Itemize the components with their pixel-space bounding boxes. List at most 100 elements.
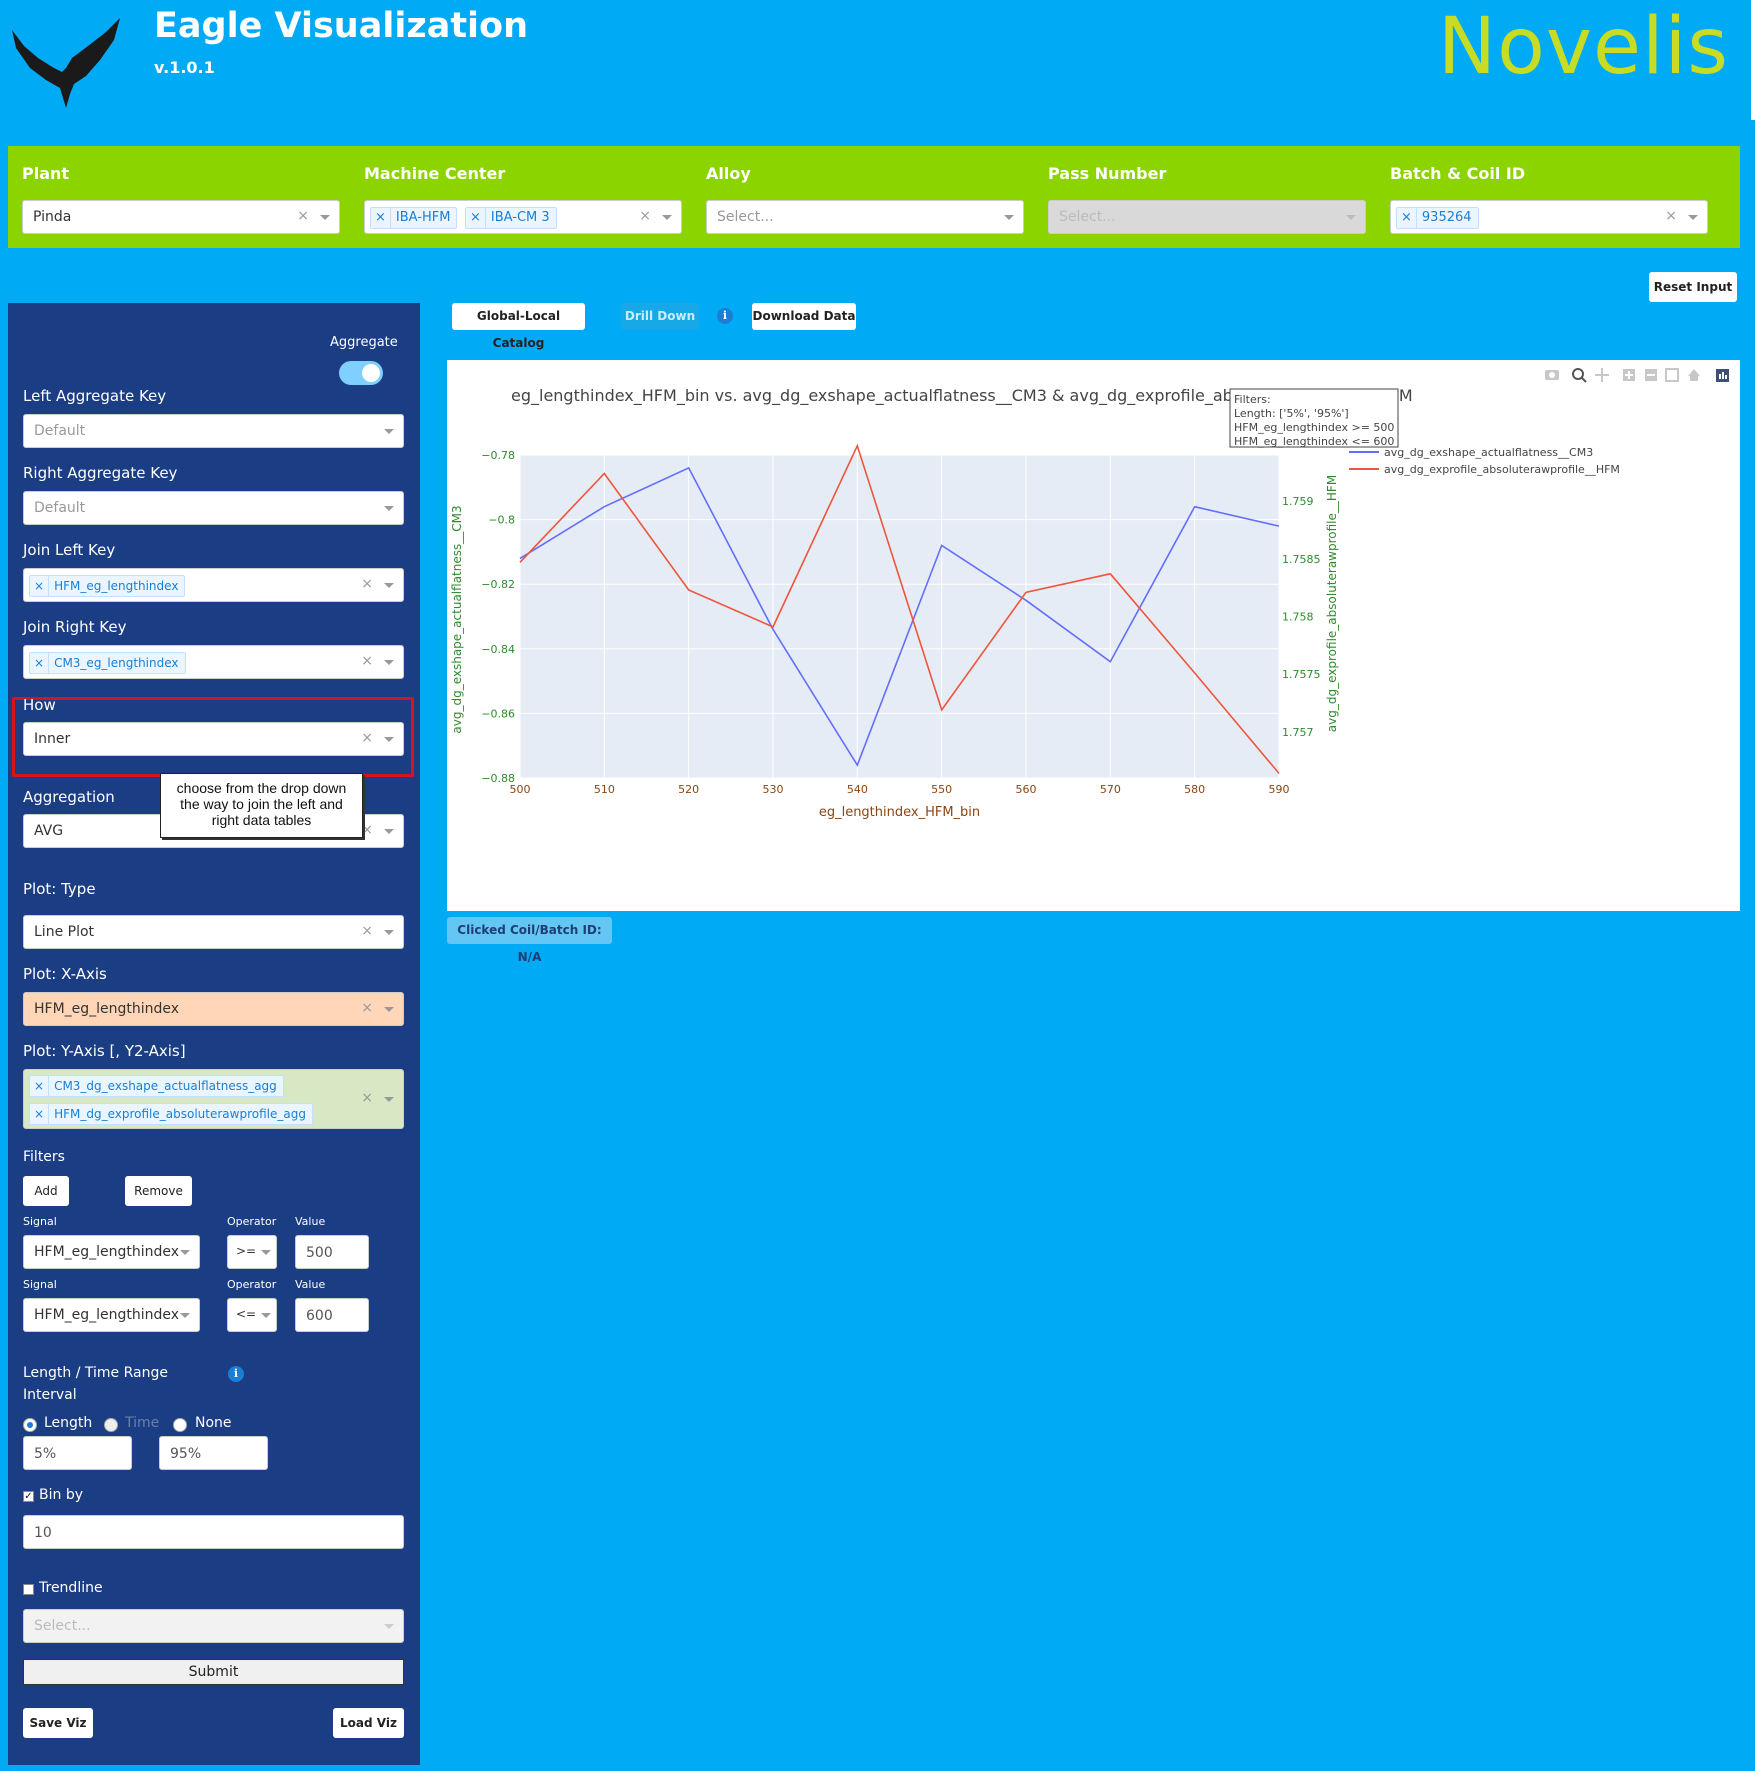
y-axis-select[interactable]: × CM3_dg_exshape_actualflatness_agg × HFM_… [23,1069,404,1129]
right-aggregate-key-select[interactable]: Default [23,491,404,525]
machine-center-tag[interactable]: × IBA-CM 3 [465,207,557,229]
line-chart[interactable]: eg_lengthindex_HFM_bin vs. avg_dg_exshap… [447,360,1740,911]
chevron-down-icon[interactable] [180,1313,190,1318]
tag-remove-icon[interactable]: × [30,1076,48,1096]
add-filter-button[interactable]: Add [23,1176,69,1206]
join-right-key-select[interactable]: × CM3_eg_lengthindex × [23,645,404,679]
global-local-catalog-button[interactable]: Global-Local Catalog [452,303,585,350]
range-to-input[interactable]: 95% [159,1436,268,1470]
chevron-down-icon[interactable] [261,1313,271,1318]
bin-by-input[interactable]: 10 [23,1515,404,1549]
tag-remove-icon[interactable]: × [371,208,390,228]
filter-operator-select[interactable]: <= [227,1298,277,1332]
clear-icon[interactable]: × [361,653,373,669]
clear-icon[interactable]: × [297,208,309,224]
save-viz-button[interactable]: Save Viz [23,1708,93,1738]
machine-center-tag[interactable]: × IBA-HFM [370,207,458,229]
chevron-down-icon[interactable] [384,1624,394,1629]
drill-down-button[interactable]: Drill Down [621,303,699,330]
trendline-checkbox[interactable] [23,1584,34,1595]
zoom-icon[interactable] [1572,368,1587,383]
chevron-down-icon[interactable] [180,1250,190,1255]
machine-center-select[interactable]: × IBA-HFM × IBA-CM 3 × [364,200,682,234]
filter-value-input[interactable]: 500 [295,1235,369,1269]
plant-select[interactable]: Pinda × [22,200,340,234]
home-icon[interactable] [1688,369,1700,381]
chevron-down-icon[interactable] [261,1250,271,1255]
camera-icon[interactable] [1545,370,1559,380]
zoom-out-icon[interactable] [1645,369,1657,381]
join-right-key-tag[interactable]: × CM3_eg_lengthindex [29,652,186,674]
zoom-in-icon[interactable] [1623,369,1635,381]
tag-remove-icon[interactable]: × [30,653,48,673]
tag-remove-icon[interactable]: × [466,208,485,228]
tag-remove-icon[interactable]: × [30,1104,48,1124]
pass-number-filter: Pass Number Select... [1034,146,1374,248]
length-radio[interactable] [23,1418,37,1432]
chevron-down-icon[interactable] [662,215,672,220]
chevron-down-icon[interactable] [384,660,394,665]
how-select[interactable]: Inner × [23,722,404,756]
chevron-down-icon[interactable] [1004,215,1014,220]
filter-signal-select[interactable]: HFM_eg_lengthindex [23,1298,200,1332]
load-viz-button[interactable]: Load Viz [333,1708,404,1738]
filter-operator-select[interactable]: >= [227,1235,277,1269]
aggregate-toggle[interactable] [339,361,383,385]
filter-value-input[interactable]: 600 [295,1298,369,1332]
x-tick-label: 590 [1269,783,1290,796]
chevron-down-icon[interactable] [1346,215,1356,220]
left-aggregate-key-value: Default [34,423,86,439]
reset-input-button[interactable]: Reset Input [1649,272,1737,302]
y-axis-tag[interactable]: × CM3_dg_exshape_actualflatness_agg [29,1075,284,1097]
info-icon[interactable]: i [228,1366,244,1382]
batch-coil-select[interactable]: × 935264 × [1390,200,1708,234]
x-axis-select[interactable]: HFM_eg_lengthindex × [23,992,404,1026]
clear-icon[interactable]: × [361,730,373,746]
join-left-key-label: Join Left Key [23,541,116,559]
chevron-down-icon[interactable] [384,583,394,588]
y-axis-tag[interactable]: × HFM_dg_exprofile_absoluterawprofile_agg [29,1103,313,1125]
chevron-down-icon[interactable] [384,506,394,511]
info-icon[interactable]: i [717,308,733,324]
y-tick-label: −0.78 [481,449,515,462]
join-left-key-select[interactable]: × HFM_eg_lengthindex × [23,568,404,602]
chart-legend[interactable]: avg_dg_exshape_actualflatness__CM3 avg_dg… [1349,446,1620,476]
clear-icon[interactable]: × [361,576,373,592]
join-left-key-tag[interactable]: × HFM_eg_lengthindex [29,575,186,597]
plot-type-select[interactable]: Line Plot × [23,915,404,949]
plotly-logo-icon[interactable] [1716,369,1729,382]
none-radio-label: None [195,1415,232,1431]
pass-number-select[interactable]: Select... [1048,200,1366,234]
range-from-input[interactable]: 5% [23,1436,132,1470]
clear-icon[interactable]: × [361,822,373,838]
batch-coil-tag[interactable]: × 935264 [1396,207,1479,229]
chevron-down-icon[interactable] [384,737,394,742]
chevron-down-icon[interactable] [384,429,394,434]
chevron-down-icon[interactable] [384,1007,394,1012]
clear-icon[interactable]: × [361,1000,373,1016]
chevron-down-icon[interactable] [384,829,394,834]
clear-icon[interactable]: × [361,1090,373,1106]
left-aggregate-key-select[interactable]: Default [23,414,404,448]
remove-filter-button[interactable]: Remove [125,1176,192,1206]
chevron-down-icon[interactable] [384,1097,394,1102]
tag-remove-icon[interactable]: × [1397,208,1416,228]
submit-button[interactable]: Submit [23,1659,404,1685]
autoscale-icon[interactable] [1665,368,1679,382]
time-radio[interactable] [104,1418,118,1432]
clear-icon[interactable]: × [639,208,651,224]
pan-icon[interactable] [1595,368,1609,382]
bin-by-checkbox[interactable]: ✓ [23,1491,34,1502]
none-radio[interactable] [173,1418,187,1432]
clear-icon[interactable]: × [361,923,373,939]
tag-remove-icon[interactable]: × [30,576,48,596]
alloy-select[interactable]: Select... [706,200,1024,234]
clear-icon[interactable]: × [1665,208,1677,224]
page-scrollbar[interactable] [1751,0,1755,120]
chevron-down-icon[interactable] [1688,215,1698,220]
download-data-button[interactable]: Download Data [752,303,856,330]
chevron-down-icon[interactable] [320,215,330,220]
chevron-down-icon[interactable] [384,930,394,935]
trendline-select[interactable]: Select... [23,1609,404,1643]
filter-signal-select[interactable]: HFM_eg_lengthindex [23,1235,200,1269]
